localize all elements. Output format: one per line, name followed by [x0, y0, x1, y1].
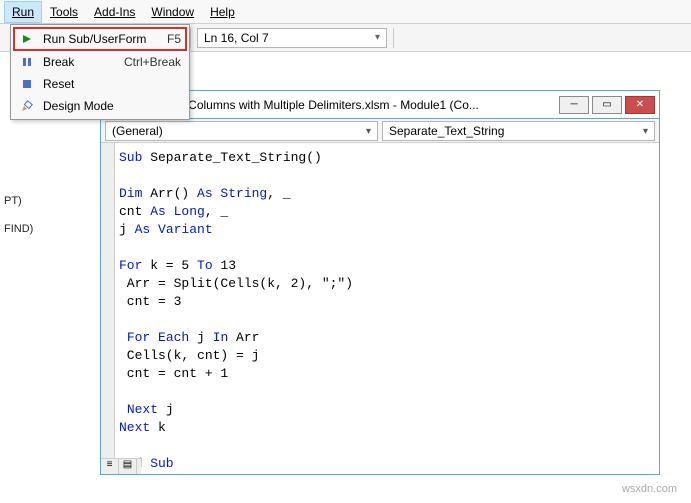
code-editor[interactable]: Sub Separate_Text_String() Dim Arr() As … [101, 143, 659, 474]
menu-help[interactable]: Help [202, 1, 243, 23]
minimize-button[interactable]: ─ [559, 96, 589, 114]
panel-item: FIND) [4, 220, 76, 238]
close-button[interactable]: ✕ [625, 96, 655, 114]
watermark: wsxdn.com [622, 483, 677, 495]
pause-icon [19, 57, 35, 67]
full-view-icon[interactable]: ▤ [119, 459, 137, 474]
run-dropdown: Run Sub/UserForm F5 Break Ctrl+Break Res… [10, 24, 190, 120]
procedure-view-icon[interactable]: ≡ [101, 459, 119, 474]
menu-item-break[interactable]: Break Ctrl+Break [13, 51, 187, 73]
menubar: Run Tools Add-Ins Window Help [0, 0, 691, 24]
chevron-down-icon: ▾ [366, 126, 371, 137]
code-selectors: (General) ▾ Separate_Text_String ▾ [101, 119, 659, 143]
object-selector[interactable]: (General) ▾ [105, 121, 378, 141]
menu-run[interactable]: Run [4, 1, 42, 23]
menu-item-run-sub[interactable]: Run Sub/UserForm F5 [13, 27, 187, 51]
view-switch[interactable]: ≡ ▤ [101, 458, 141, 474]
menu-tools[interactable]: Tools [42, 1, 86, 23]
play-icon [19, 34, 35, 44]
window-title: ting Text to Columns with Multiple Delim… [127, 98, 553, 112]
procedure-selector[interactable]: Separate_Text_String ▾ [382, 121, 655, 141]
status-line-col: Ln 16, Col 7 ▾ [197, 28, 387, 48]
menu-addins[interactable]: Add-Ins [86, 1, 143, 23]
menu-window[interactable]: Window [143, 1, 202, 23]
code-text: Sub Separate_Text_String() Dim Arr() As … [119, 149, 659, 473]
dropdown-arrow-icon[interactable]: ▾ [375, 29, 380, 47]
panel-item: PT) [4, 192, 76, 210]
menu-item-reset[interactable]: Reset [13, 73, 187, 95]
menu-item-design-mode[interactable]: Design Mode [13, 95, 187, 117]
code-gutter [101, 143, 115, 474]
stop-icon [19, 79, 35, 89]
chevron-down-icon: ▾ [643, 126, 648, 137]
maximize-button[interactable]: ▭ [592, 96, 622, 114]
design-icon [19, 100, 35, 112]
code-window: ting Text to Columns with Multiple Delim… [100, 90, 660, 475]
